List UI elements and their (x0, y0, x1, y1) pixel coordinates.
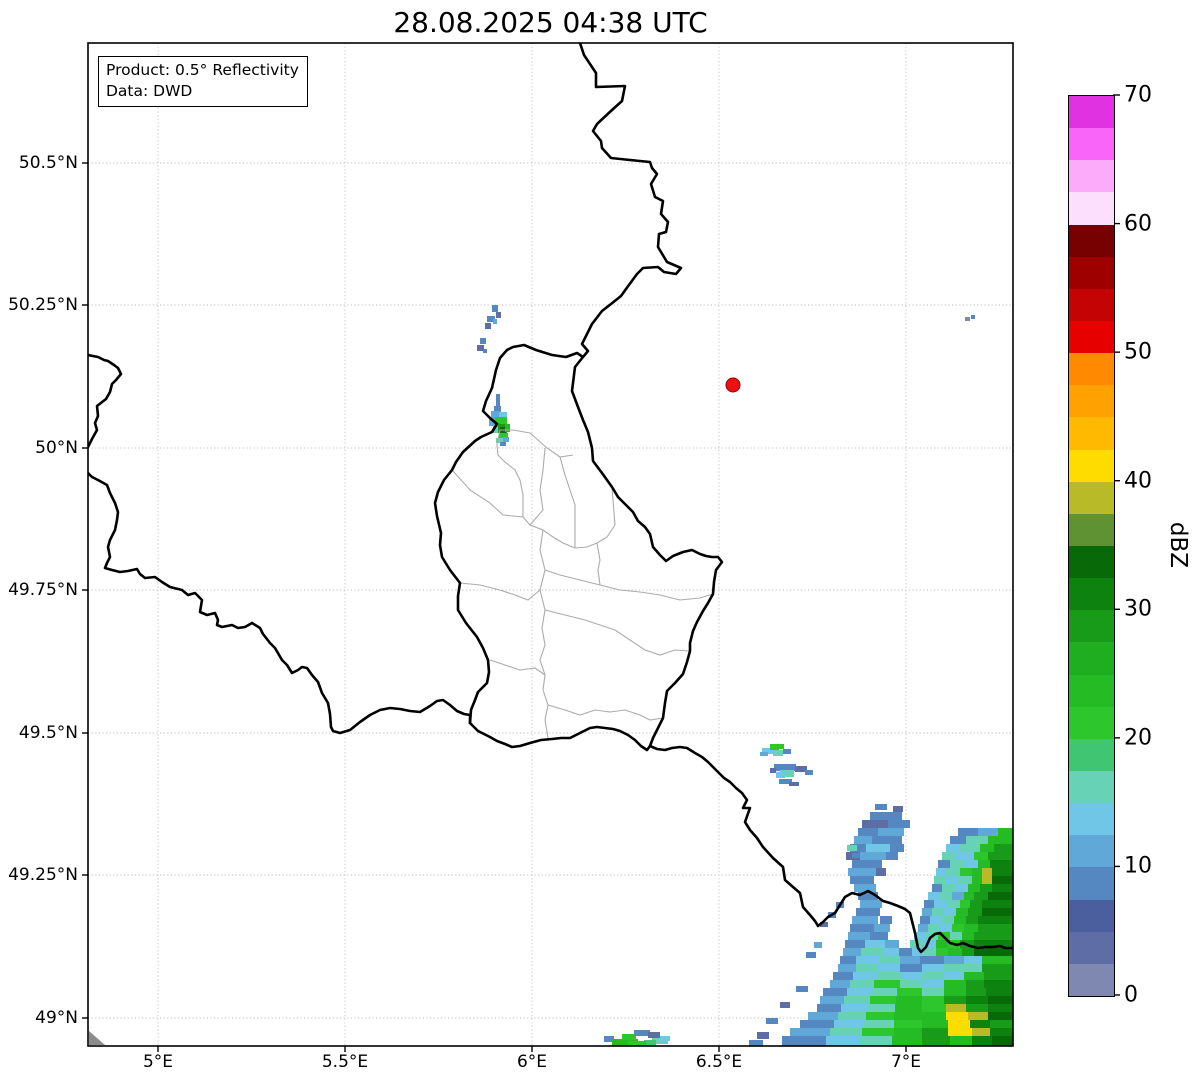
y-tick-label: 49.75°N (8, 580, 78, 600)
colorbar-tick-label: 30 (1124, 596, 1152, 622)
y-tick-label: 49.25°N (8, 865, 78, 885)
colorbar-segment (1069, 449, 1114, 482)
y-tick-label: 49.5°N (18, 723, 78, 743)
colorbar (1068, 95, 1115, 997)
colorbar-segment (1069, 867, 1114, 900)
colorbar-segment (1069, 320, 1114, 354)
colorbar-segment (1069, 224, 1114, 257)
info-product-line: Product: 0.5° Reflectivity (106, 61, 299, 79)
colorbar-segment (1069, 931, 1114, 964)
colorbar-segment (1069, 481, 1114, 514)
colorbar-segment (1069, 385, 1114, 418)
colorbar-segment (1069, 610, 1114, 643)
y-tick-label: 49°N (35, 1008, 78, 1028)
x-tick-label: 5°E (142, 1052, 174, 1072)
colorbar-segment (1069, 899, 1114, 932)
colorbar-label: dBZ (1165, 521, 1191, 569)
colorbar-segment (1069, 513, 1114, 546)
info-data-line: Data: DWD (106, 81, 193, 100)
colorbar-segment (1069, 192, 1114, 225)
y-tick-label: 50.5°N (18, 153, 78, 173)
colorbar-segment (1069, 545, 1114, 579)
colorbar-segment (1069, 578, 1114, 611)
colorbar-tick-label: 50 (1124, 339, 1152, 365)
colorbar-segment (1069, 353, 1114, 386)
colorbar-tick-label: 10 (1124, 853, 1152, 879)
colorbar-tick-label: 40 (1124, 468, 1152, 494)
colorbar-segment (1069, 738, 1114, 771)
y-tick-label: 50°N (35, 438, 78, 458)
colorbar-segment (1069, 803, 1114, 836)
colorbar-segment (1069, 160, 1114, 193)
colorbar-segment (1069, 417, 1114, 450)
colorbar-segment (1069, 128, 1114, 161)
x-tick-label: 6.5°E (695, 1052, 743, 1072)
colorbar-tick-label: 60 (1124, 211, 1152, 237)
colorbar-segment (1069, 674, 1114, 707)
radar-figure: 28.08.2025 04:38 UTC Product: 0.5° Refle… (0, 0, 1202, 1081)
colorbar-segment (1069, 963, 1114, 996)
colorbar-segment (1069, 288, 1114, 321)
colorbar-segment (1069, 835, 1114, 868)
colorbar-tick-label: 0 (1124, 982, 1138, 1008)
colorbar-tick-label: 20 (1124, 725, 1152, 751)
y-tick-label: 50.25°N (8, 295, 78, 315)
colorbar-segment (1069, 256, 1114, 289)
colorbar-segment (1069, 642, 1114, 675)
colorbar-tick-label: 70 (1124, 82, 1152, 108)
x-tick-label: 7°E (890, 1052, 922, 1072)
colorbar-segment (1069, 96, 1114, 129)
map-canvas (82, 42, 1120, 1052)
info-box: Product: 0.5° Reflectivity Data: DWD (98, 56, 308, 107)
colorbar-segment (1069, 770, 1114, 804)
radar-site-marker (725, 377, 741, 393)
colorbar-segment (1069, 706, 1114, 739)
x-tick-label: 6°E (516, 1052, 548, 1072)
x-tick-label: 5.5°E (321, 1052, 369, 1072)
